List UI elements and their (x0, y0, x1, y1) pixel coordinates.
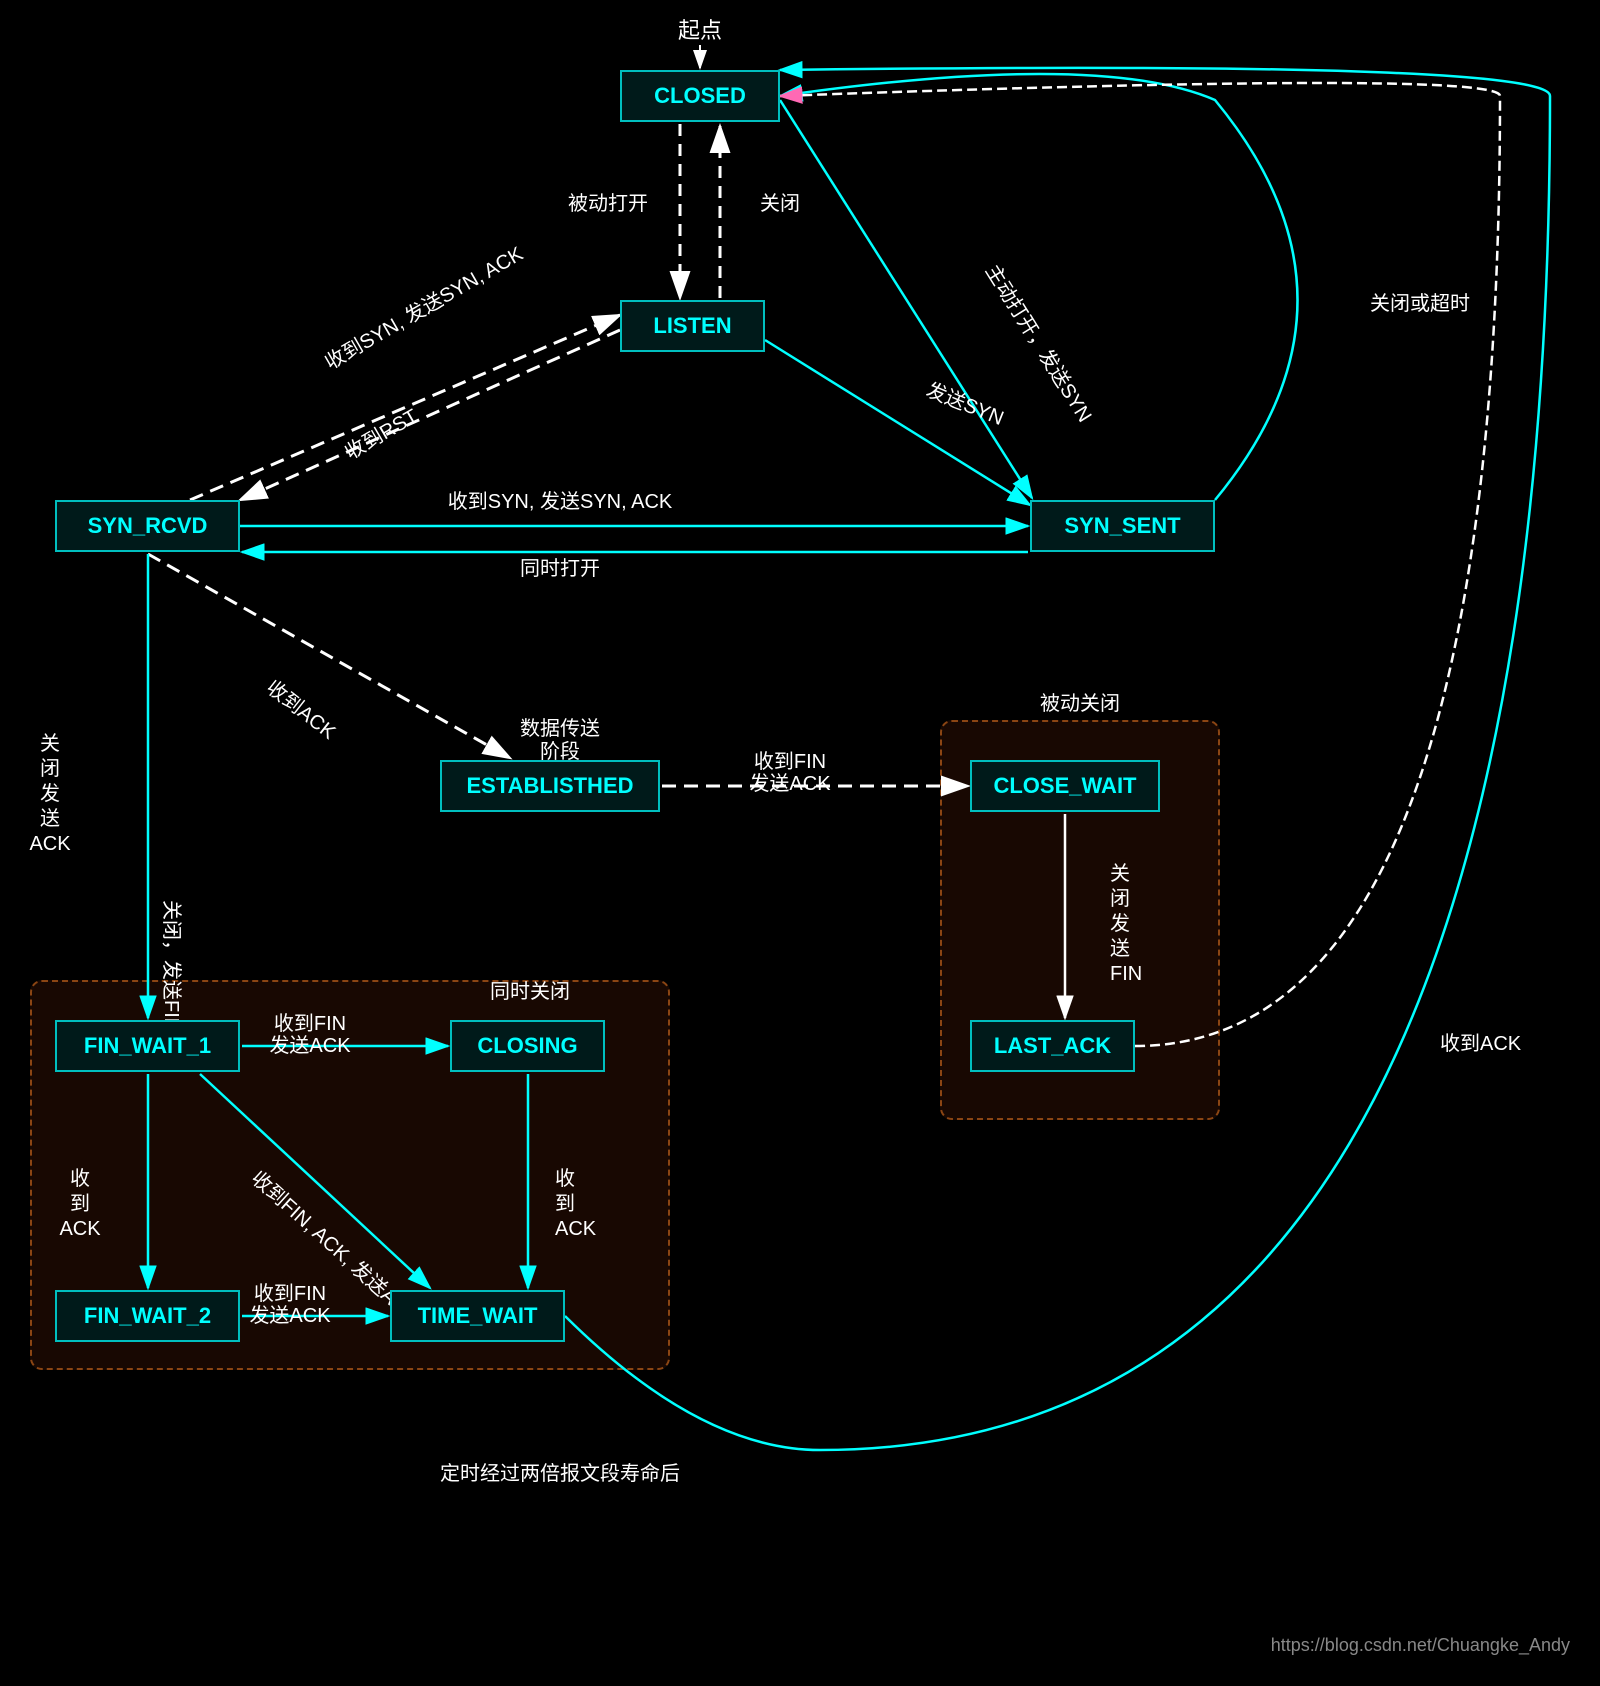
rcv-syn-snd-syn-ack-label: 收到SYN, 发送SYN, ACK (321, 242, 527, 374)
diagram-container: 起点 被动打开 关闭 主动打开，发送SYN 发送SYN 收到SYN, 发送SYN… (0, 0, 1600, 1686)
simultaneous-close-label: 同时关闭 (490, 980, 570, 1003)
closing-state: CLOSING (450, 1020, 605, 1072)
passive-close-label: 被动关闭 (1040, 692, 1120, 715)
rcv-ack-last-label: 收到ACK (1440, 1032, 1522, 1055)
close-snd-fin-label4: 送 (1110, 937, 1130, 960)
watermark: https://blog.csdn.net/Chuangke_Andy (1271, 1635, 1570, 1656)
rcv-fin-snd-ack-label: 收到FIN (754, 750, 826, 773)
close-timeout-label: 关闭或超时 (1370, 292, 1470, 315)
simultaneous-open-label: 同时打开 (520, 557, 600, 580)
fw1-rcv-ack-label3: ACK (59, 1218, 101, 1240)
last-ack-state: LAST_ACK (970, 1020, 1135, 1072)
fw1-rcv-ack-label: 收 (70, 1167, 90, 1190)
time-wait-state: TIME_WAIT (390, 1290, 565, 1342)
listen-state: LISTEN (620, 300, 765, 352)
fw1-rcv-fin-label: 收到FIN (274, 1012, 346, 1035)
closing-rcv-ack-label: 收 (555, 1167, 575, 1190)
close-snd-fin-label5: FIN (1110, 963, 1142, 985)
syn-sent-state: SYN_SENT (1030, 500, 1215, 552)
close-snd-fin-label2: 闭 (1110, 887, 1130, 910)
fin-wait-1-state: FIN_WAIT_1 (55, 1020, 240, 1072)
rcv-fin-snd-ack-label-2: 发送ACK (749, 772, 831, 795)
snd-syn-label: 发送SYN (923, 378, 1007, 430)
timer-note-label: 定时经过两倍报文段寿命后 (440, 1462, 680, 1485)
established-state: ESTABLISTHED (440, 760, 660, 812)
fw2-rcv-fin-label: 收到FIN (254, 1282, 326, 1305)
close-snd-fin-label3: 发 (1110, 912, 1130, 935)
close-label-1: 关闭 (760, 192, 800, 215)
close-snd-ack-label4: 送 (40, 807, 60, 830)
close-snd-ack-label: 关 (40, 732, 60, 755)
start-label: 起点 (678, 18, 722, 43)
close-snd-ack-label5: ACK (29, 833, 71, 855)
syn-rcvd-state: SYN_RCVD (55, 500, 240, 552)
close-snd-fin-label-diag: 关闭，发送FIN (160, 900, 183, 1032)
closing-rcv-ack-label3: ACK (555, 1218, 597, 1240)
close-snd-ack-label3: 发 (40, 782, 60, 805)
rcv-ack-label: 收到ACK (262, 676, 341, 744)
close-snd-ack-label2: 闭 (40, 757, 60, 780)
fw2-rcv-fin-label2: 发送ACK (249, 1304, 331, 1327)
passive-open-1-label: 被动打开 (568, 192, 648, 215)
arrows-svg: 起点 被动打开 关闭 主动打开，发送SYN 发送SYN 收到SYN, 发送SYN… (0, 0, 1600, 1686)
closing-rcv-ack-label2: 到 (555, 1192, 575, 1215)
fin-wait-2-state: FIN_WAIT_2 (55, 1290, 240, 1342)
close-wait-state: CLOSE_WAIT (970, 760, 1160, 812)
closed-state: CLOSED (620, 70, 780, 122)
data-transfer-label: 数据传送 (520, 717, 600, 740)
active-open-label: 主动打开，发送SYN (981, 260, 1096, 426)
rcv-syn-snd-label-2: 收到SYN, 发送SYN, ACK (448, 490, 673, 513)
rcv-rst-label: 收到RST (341, 404, 422, 464)
fw1-rcv-ack-label2: 到 (70, 1192, 90, 1215)
fw1-rcv-fin-label2: 发送ACK (269, 1034, 351, 1057)
close-snd-fin-label: 关 (1110, 862, 1130, 885)
